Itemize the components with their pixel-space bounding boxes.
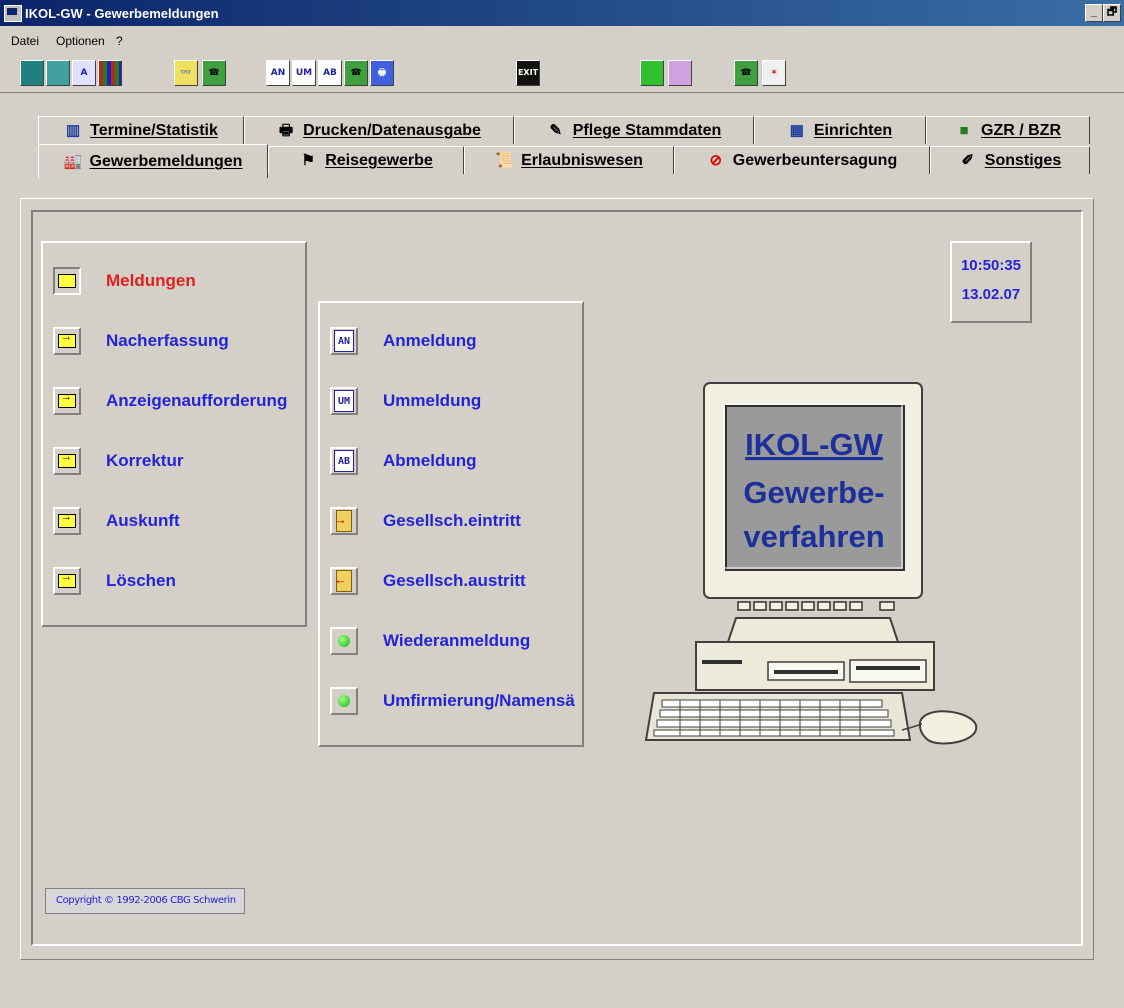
telephone-icon[interactable]: ☎ bbox=[344, 60, 368, 86]
telephone-icon[interactable]: ☎ bbox=[202, 60, 226, 86]
clock-date: 13.02.07 bbox=[961, 286, 1021, 303]
monitor-icon[interactable] bbox=[20, 60, 44, 86]
loeschen-label: Löschen bbox=[106, 571, 176, 590]
meldungen-panel: Meldungen Nacherfassung Anzeigenaufforde… bbox=[41, 241, 307, 627]
door-enter-icon[interactable] bbox=[330, 507, 358, 535]
menu-anmeldung[interactable]: AN Anmeldung bbox=[330, 327, 477, 355]
clock-time: 10:50:35 bbox=[960, 257, 1022, 274]
register-icon: ■ bbox=[959, 121, 969, 139]
menu-auskunft[interactable]: Auskunft bbox=[53, 507, 180, 535]
exit-button[interactable]: EXIT bbox=[516, 60, 540, 86]
menu-nacherfassung[interactable]: Nacherfassung bbox=[53, 327, 229, 355]
copyright-label: Copyright © 1992-2006 CBG Schwerin bbox=[45, 888, 245, 914]
door-exit-icon[interactable] bbox=[330, 567, 358, 595]
abmeldung-label: Abmeldung bbox=[383, 451, 477, 470]
prohibited-icon: ⊘ bbox=[709, 151, 723, 169]
tab-gewerbemeldungen[interactable]: 🏭 Gewerbemeldungen bbox=[38, 144, 268, 178]
green-dot-icon[interactable] bbox=[330, 627, 358, 655]
ummeldung-label: Ummeldung bbox=[383, 391, 482, 410]
folder-icon[interactable] bbox=[53, 387, 81, 415]
monitor-line1: IKOL-GW bbox=[745, 427, 883, 462]
tab-einrichten[interactable]: ▦ Einrichten bbox=[754, 116, 926, 144]
wiederanmeldung-label: Wiederanmeldung bbox=[383, 631, 531, 650]
open-folder-icon[interactable] bbox=[53, 267, 81, 295]
gesellsch-austritt-label: Gesellsch.austritt bbox=[383, 571, 526, 590]
toolbar: A 👓 ☎ AN UM AB ☎ 🖶 EXIT ☎ ✶ bbox=[0, 56, 1124, 93]
font-icon[interactable]: A bbox=[72, 60, 96, 86]
restore-button[interactable]: 🗗 bbox=[1103, 4, 1121, 22]
telephone-icon[interactable]: ☎ bbox=[734, 60, 758, 86]
glasses-icon[interactable]: 👓 bbox=[174, 60, 198, 86]
anmeldung-label: Anmeldung bbox=[383, 331, 477, 350]
menu-optionen[interactable]: Optionen bbox=[56, 34, 105, 48]
gesellsch-eintritt-label: Gesellsch.eintritt bbox=[383, 511, 521, 530]
window-title: IKOL-GW - Gewerbemeldungen bbox=[25, 6, 219, 21]
folder-icon[interactable] bbox=[53, 327, 81, 355]
certificate-icon: 📜 bbox=[495, 151, 514, 169]
umfirmierung-label: Umfirmierung/Namensä bbox=[383, 691, 575, 710]
table-icon: ▦ bbox=[789, 121, 804, 139]
menu-ummeldung[interactable]: UM Ummeldung bbox=[330, 387, 481, 415]
an-icon[interactable]: AN bbox=[330, 327, 358, 355]
books-icon[interactable] bbox=[98, 60, 122, 86]
monitor-line2: Gewerbe- bbox=[743, 475, 884, 510]
nacherfassung-label: Nacherfassung bbox=[106, 331, 229, 350]
menu-wiederanmeldung[interactable]: Wiederanmeldung bbox=[330, 627, 530, 655]
green-dot-icon[interactable] bbox=[330, 687, 358, 715]
folder-icon[interactable] bbox=[53, 507, 81, 535]
bar-chart-icon: ▥ bbox=[66, 121, 81, 139]
tab-gzr-bzr[interactable]: ■ GZR / BZR bbox=[926, 116, 1090, 144]
tab-reisegewerbe[interactable]: ⚑ Reisegewerbe bbox=[268, 146, 464, 174]
folder-icon[interactable] bbox=[53, 447, 81, 475]
meldungen-label: Meldungen bbox=[106, 271, 196, 290]
tab-drucken-datenausgabe[interactable]: 🖶 Drucken/Datenausgabe bbox=[244, 116, 514, 144]
monitor-line3: verfahren bbox=[743, 519, 884, 554]
ab-toolbar-button[interactable]: AB bbox=[318, 60, 342, 86]
anzeigenaufforderung-label: Anzeigenaufforderung bbox=[106, 391, 288, 410]
menu-loeschen[interactable]: Löschen bbox=[53, 567, 176, 595]
um-icon[interactable]: UM bbox=[330, 387, 358, 415]
tab-termine-statistik[interactable]: ▥ Termine/Statistik bbox=[38, 116, 244, 144]
um-toolbar-button[interactable]: UM bbox=[292, 60, 316, 86]
menu-help[interactable]: ? bbox=[116, 34, 123, 48]
printer-icon: 🖶 bbox=[278, 121, 294, 139]
factory-icon: 🏭 bbox=[63, 152, 83, 170]
app-icon[interactable] bbox=[4, 5, 22, 22]
menu-anzeigenaufforderung[interactable]: Anzeigenaufforderung bbox=[53, 387, 287, 415]
ab-icon[interactable]: AB bbox=[330, 447, 358, 475]
signpost-icon: ⚑ bbox=[301, 151, 315, 169]
tab-erlaubniswesen[interactable]: 📜 Erlaubniswesen bbox=[464, 146, 674, 174]
menu-bar: Datei Optionen ? bbox=[0, 30, 1124, 50]
computer-illustration: IKOL-GW Gewerbe- verfahren bbox=[644, 382, 978, 745]
menu-umfirmierung[interactable]: Umfirmierung/Namensä bbox=[330, 687, 575, 715]
menu-gesellsch-austritt[interactable]: Gesellsch.austritt bbox=[330, 567, 526, 595]
title-bar: IKOL-GW - Gewerbemeldungen _ 🗗 bbox=[0, 0, 1124, 26]
korrektur-label: Korrektur bbox=[106, 451, 184, 470]
folder-icon[interactable] bbox=[53, 567, 81, 595]
menu-korrektur[interactable]: Korrektur bbox=[53, 447, 183, 475]
tab-sonstiges[interactable]: ✐ Sonstiges bbox=[930, 146, 1090, 174]
tab-pflege-stammdaten[interactable]: ✎ Pflege Stammdaten bbox=[514, 116, 754, 144]
meldungsarten-panel: AN Anmeldung UM Ummeldung AB Abmeldung G… bbox=[318, 301, 584, 747]
an-toolbar-button[interactable]: AN bbox=[266, 60, 290, 86]
spreadsheet-icon[interactable] bbox=[640, 60, 664, 86]
menu-meldungen[interactable]: Meldungen bbox=[53, 267, 196, 295]
printer-icon[interactable]: 🖶 bbox=[370, 60, 394, 86]
card-index-icon[interactable] bbox=[46, 60, 70, 86]
notepad-icon: ✐ bbox=[961, 151, 975, 169]
auskunft-label: Auskunft bbox=[106, 511, 180, 530]
edit-pen-icon: ✎ bbox=[549, 121, 563, 139]
clock-display: 10:50:35 13.02.07 bbox=[950, 241, 1032, 323]
menu-abmeldung[interactable]: AB Abmeldung bbox=[330, 447, 477, 475]
id-card-icon[interactable] bbox=[668, 60, 692, 86]
tab-gewerbeuntersagung[interactable]: ⊘ Gewerbeuntersagung bbox=[674, 146, 930, 174]
menu-datei[interactable]: Datei bbox=[11, 34, 39, 48]
people-icon[interactable]: ✶ bbox=[762, 60, 786, 86]
minimize-button[interactable]: _ bbox=[1085, 4, 1103, 22]
menu-gesellsch-eintritt[interactable]: Gesellsch.eintritt bbox=[330, 507, 521, 535]
